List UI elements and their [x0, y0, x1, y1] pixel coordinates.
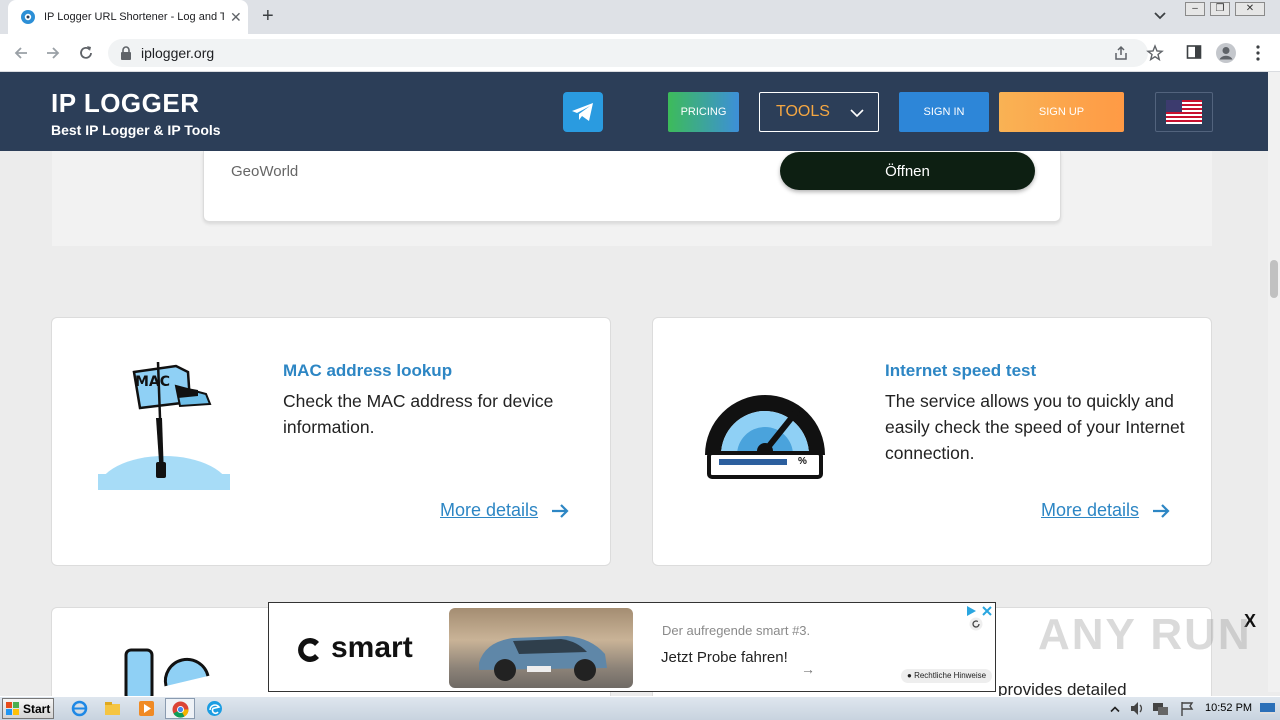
windows-taskbar: Start 10:52 PM	[0, 696, 1280, 720]
speed-test-title[interactable]: Internet speed test	[885, 361, 1036, 381]
file-explorer-icon[interactable]	[104, 700, 121, 717]
ad-legal-hint-text: Rechtliche Hinweise	[914, 671, 987, 680]
chevron-down-icon	[850, 109, 864, 118]
chrome-taskbar-button[interactable]	[165, 698, 195, 719]
pricing-button[interactable]: PRICING	[668, 92, 739, 132]
phone-wave-illustration	[124, 648, 210, 696]
adchoices-icon[interactable]	[965, 605, 977, 617]
site-header: IP LOGGER Best IP Logger & IP Tools PRIC…	[0, 72, 1268, 151]
ad-legal-hint[interactable]: ● Rechtliche Hinweise	[901, 669, 993, 683]
speed-more-details-link[interactable]: More details	[1041, 500, 1139, 521]
edge-icon[interactable]	[206, 700, 223, 717]
windows-logo-icon	[6, 701, 19, 715]
forward-arrow-icon[interactable]	[44, 44, 62, 62]
mac-lookup-title[interactable]: MAC address lookup	[283, 361, 452, 381]
smart-logo-icon	[298, 638, 319, 662]
arrow-right-icon[interactable]	[1151, 502, 1171, 520]
scrollbar-thumb[interactable]	[1270, 260, 1278, 298]
network-icon[interactable]	[1152, 700, 1169, 717]
media-player-icon[interactable]	[138, 700, 155, 717]
tools-label: TOOLS	[776, 103, 830, 120]
action-center-flag-icon[interactable]	[1179, 700, 1196, 717]
telegram-icon	[572, 103, 593, 121]
window-close-button[interactable]: ✕	[1235, 2, 1265, 16]
show-desktop-icon[interactable]	[1259, 700, 1276, 717]
ad-advertiser-name: GeoWorld	[231, 163, 299, 180]
mac-label: MAC	[135, 374, 171, 390]
sign-in-button[interactable]: SIGN IN	[899, 92, 989, 132]
browser-tab[interactable]: IP Logger URL Shortener - Log and T ✕	[8, 0, 248, 34]
ad-open-button[interactable]: Öffnen	[780, 152, 1035, 190]
tab-close-icon[interactable]: ✕	[230, 9, 242, 26]
smart-ad-banner[interactable]: smart Der aufregende smart #3. Jetzt Pro…	[268, 602, 996, 692]
mac-lookup-description: Check the MAC address for device informa…	[283, 391, 554, 437]
geoworld-ad-card[interactable]: GeoWorld Öffnen	[203, 151, 1061, 222]
iplogger-favicon-icon	[21, 10, 35, 24]
car-icon	[479, 636, 607, 681]
tray-expand-icon[interactable]	[1110, 701, 1120, 718]
page-scrollbar[interactable]	[1268, 72, 1280, 692]
smart-car-image[interactable]	[449, 608, 633, 688]
taskbar-clock[interactable]: 10:52 PM	[1205, 702, 1252, 714]
ad-replay-icon[interactable]	[969, 617, 983, 631]
ad-close-icon[interactable]	[981, 605, 993, 617]
volume-icon[interactable]	[1129, 700, 1146, 717]
restore-button[interactable]: ❐	[1210, 2, 1230, 16]
browser-tab-strip: IP Logger URL Shortener - Log and T ✕ + …	[0, 0, 1280, 34]
sign-up-button[interactable]: SIGN UP	[999, 92, 1124, 132]
arrow-right-icon[interactable]	[550, 502, 570, 520]
us-flag-icon	[1166, 100, 1202, 124]
profile-avatar-icon[interactable]	[1215, 42, 1237, 64]
back-arrow-icon[interactable]	[12, 44, 30, 62]
url-text: iplogger.org	[141, 45, 215, 61]
bookmark-star-icon[interactable]	[1146, 44, 1164, 62]
minimize-button[interactable]: –	[1185, 2, 1205, 16]
ad-subtitle: Der aufregende smart #3.	[662, 623, 811, 638]
ad-cta-text[interactable]: Jetzt Probe fahren!	[661, 649, 788, 666]
mac-lookup-card: MAC MAC address lookup Check the MAC add…	[51, 317, 611, 566]
chrome-icon	[172, 701, 189, 718]
start-button[interactable]: Start	[2, 698, 54, 719]
start-label: Start	[23, 701, 51, 716]
language-selector[interactable]	[1155, 92, 1213, 132]
tab-title: IP Logger URL Shortener - Log and T	[44, 11, 224, 23]
tab-search-chevron-icon[interactable]	[1152, 8, 1168, 24]
info-icon: ●	[907, 671, 915, 680]
lock-icon[interactable]	[120, 46, 132, 60]
reload-icon[interactable]	[77, 44, 95, 62]
mac-more-details-link[interactable]: More details	[440, 500, 538, 521]
browser-menu-icon[interactable]	[1252, 44, 1264, 62]
smart-brand-text: smart	[331, 631, 413, 664]
internet-explorer-icon[interactable]	[71, 700, 88, 717]
gauge-percent-label: %	[798, 456, 807, 467]
browser-toolbar: iplogger.org	[0, 34, 1280, 72]
tools-dropdown[interactable]: TOOLS	[759, 92, 879, 132]
speed-test-description: The service allows you to quickly and ea…	[885, 391, 1185, 463]
new-tab-button[interactable]: +	[262, 6, 274, 26]
speedometer-illustration	[705, 395, 825, 479]
anyrun-watermark: ANY RUN	[1038, 610, 1252, 659]
side-panel-icon[interactable]	[1186, 44, 1202, 60]
share-icon[interactable]	[1113, 45, 1129, 61]
ad-cta-arrow-icon[interactable]: →	[801, 661, 815, 677]
telegram-button[interactable]	[563, 92, 603, 132]
site-tagline: Best IP Logger & IP Tools	[51, 122, 221, 138]
site-logo[interactable]: IP LOGGER	[51, 88, 200, 119]
speed-test-card: % Internet speed test The service allows…	[652, 317, 1212, 566]
address-bar[interactable]: iplogger.org	[108, 39, 1148, 67]
